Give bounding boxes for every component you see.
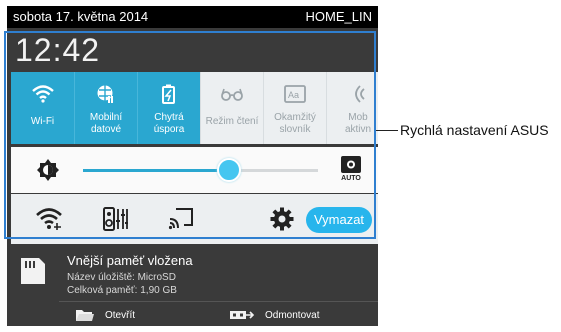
asus-quick-settings-highlight — [4, 31, 376, 239]
storage-name-text: Název úložiště: MicroSD — [67, 272, 176, 283]
network-name: HOME_LIN — [305, 9, 372, 24]
unmount-label: Odmontovat — [265, 309, 320, 321]
total-memory-text: Celková paměť: 1,90 GB — [67, 285, 177, 296]
callout-label: Rychlá nastavení ASUS — [400, 122, 549, 138]
eject-storage-icon — [230, 311, 255, 319]
folder-icon — [76, 310, 94, 321]
open-button[interactable]: Otevřít — [75, 306, 135, 324]
sd-card-icon — [17, 254, 49, 286]
storage-notification[interactable]: Vnější paměť vložena Název úložiště: Mic… — [7, 244, 378, 326]
notification-divider — [59, 301, 378, 302]
status-date: sobota 17. května 2014 — [13, 9, 149, 24]
notification-title: Vnější paměť vložena — [67, 253, 193, 268]
status-bar: sobota 17. května 2014 HOME_LIN — [7, 6, 378, 28]
open-label: Otevřít — [105, 309, 136, 321]
unmount-button[interactable]: Odmontovat — [229, 306, 319, 324]
callout-leader-line — [376, 130, 398, 131]
